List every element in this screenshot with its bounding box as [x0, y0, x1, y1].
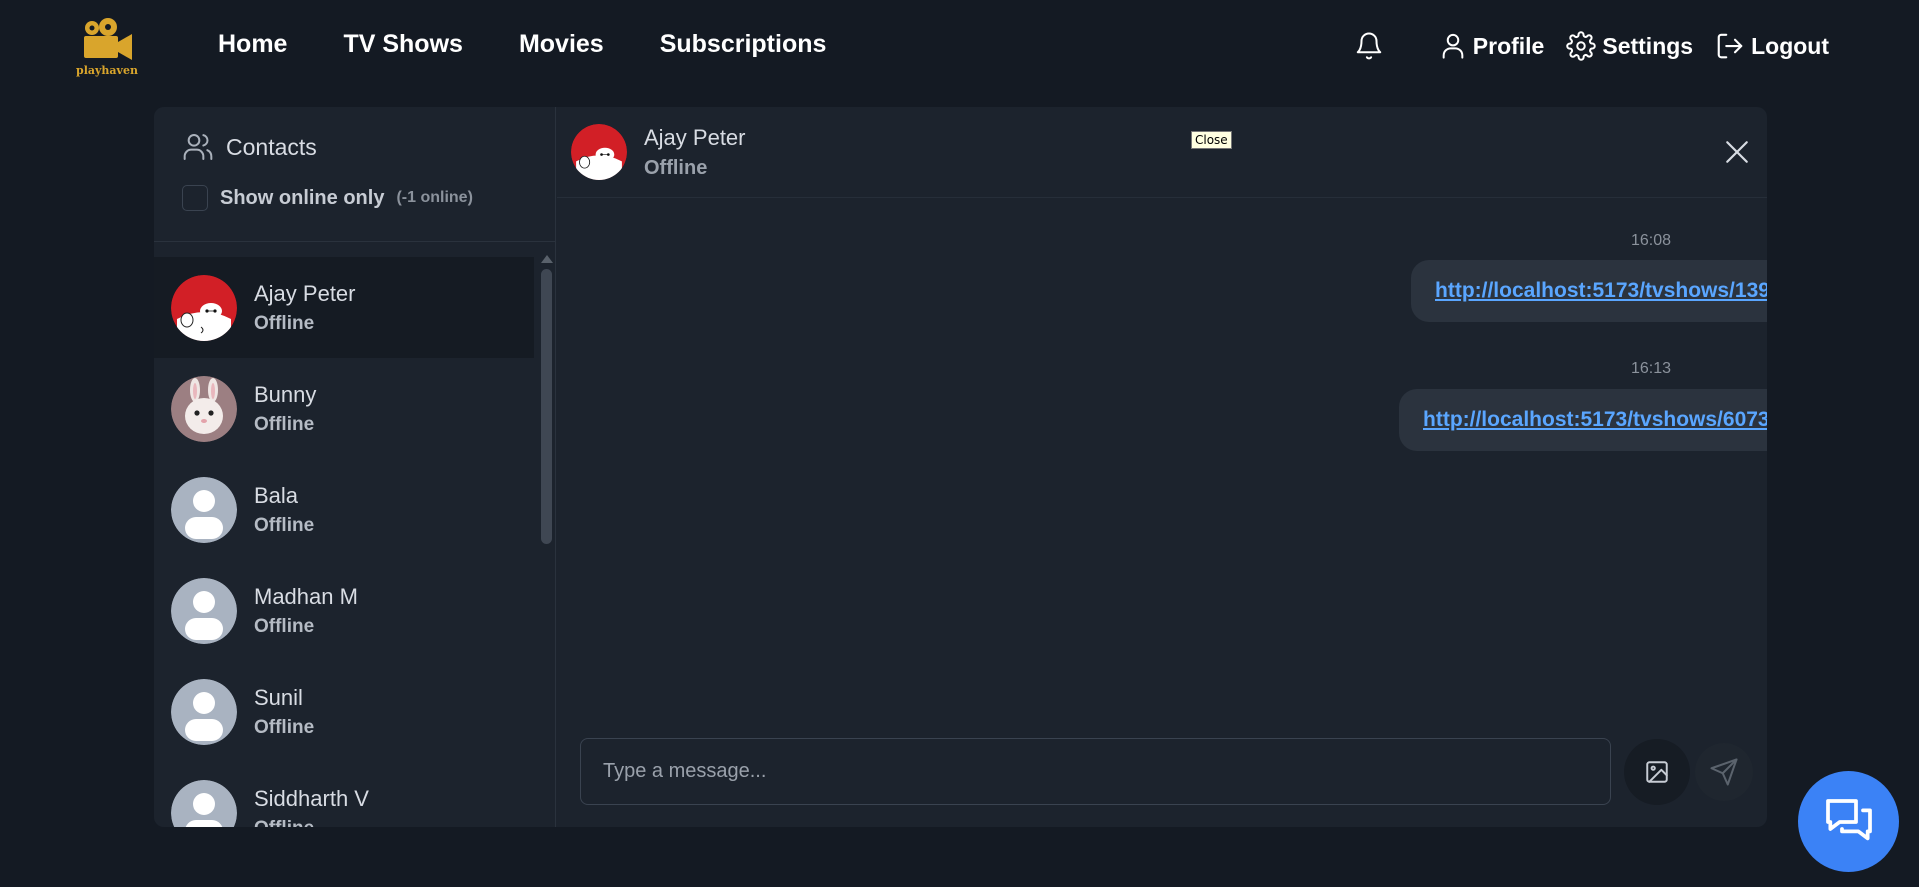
logout-link[interactable]: Logout	[1715, 31, 1829, 61]
scroll-up-arrow-icon[interactable]	[541, 255, 553, 263]
message-input[interactable]	[603, 760, 1583, 783]
chat-bubbles-icon	[1825, 798, 1872, 840]
send-icon	[1710, 758, 1738, 786]
message-link[interactable]: http://localhost:5173/tvshows/60735	[1423, 408, 1767, 432]
playhaven-logo[interactable]: playhaven	[74, 18, 140, 78]
nav-subscriptions[interactable]: Subscriptions	[660, 30, 827, 59]
default-user-avatar	[171, 476, 237, 543]
settings-link[interactable]: Settings	[1566, 31, 1693, 61]
user-nav: Profile Settings Logout	[1351, 26, 1829, 66]
chat-header: Ajay Peter Offline	[557, 107, 1767, 198]
message-bubble: http://localhost:5173/tvshows/60735	[1399, 389, 1767, 451]
contact-status: Offline	[254, 818, 369, 828]
nav-tv-shows[interactable]: TV Shows	[343, 30, 462, 59]
contact-status: Offline	[254, 413, 315, 435]
contact-item[interactable]: Siddharth V Offline	[154, 762, 534, 827]
scroll-thumb[interactable]	[541, 269, 552, 544]
user-icon	[1442, 33, 1464, 59]
top-navigation: playhaven Home TV Shows Movies Subscript…	[0, 0, 1919, 95]
chat-contact-name: Ajay Peter	[644, 125, 746, 150]
camera-logo-icon	[84, 18, 132, 60]
settings-label: Settings	[1602, 32, 1694, 59]
users-icon	[183, 134, 213, 160]
contact-status: Offline	[254, 312, 315, 334]
chat-contact-status: Offline	[644, 157, 708, 179]
close-tooltip: Close	[1191, 131, 1232, 149]
contact-list: Ajay Peter Offline Bunny Offline Bala Of…	[154, 257, 534, 827]
message-composer[interactable]	[580, 738, 1611, 805]
chat-panel: Contacts Show online only (-1 online) Aj…	[154, 107, 1767, 827]
red-robot-avatar	[171, 274, 237, 341]
contact-name: Bunny	[254, 381, 317, 407]
chat-area: Ajay Peter Offline http://localhost:5173…	[557, 107, 1767, 827]
profile-link[interactable]: Profile	[1439, 31, 1545, 61]
contact-item[interactable]: Bala Offline	[154, 459, 534, 560]
nav-movies[interactable]: Movies	[519, 30, 604, 59]
message-timestamp: 16:13	[1631, 360, 1672, 377]
contacts-scrollbar[interactable]	[538, 249, 554, 827]
attach-image-button[interactable]	[1624, 739, 1690, 805]
contacts-title: Contacts	[182, 131, 317, 163]
contacts-title-label: Contacts	[226, 133, 317, 160]
contact-status: Offline	[254, 716, 315, 738]
contact-item[interactable]: Sunil Offline	[154, 661, 534, 762]
online-only-label: Show online only	[220, 186, 385, 209]
profile-label: Profile	[1472, 32, 1545, 59]
message-link[interactable]: http://localhost:5173/tvshows/1399	[1435, 279, 1767, 303]
logo-text: playhaven	[76, 64, 138, 77]
contact-name: Bala	[254, 482, 299, 508]
logout-icon	[1717, 33, 1743, 59]
contact-item[interactable]: Madhan M Offline	[154, 560, 534, 661]
image-icon	[1646, 761, 1668, 783]
bunny-photo-avatar	[171, 375, 237, 442]
message-timestamp: 16:08	[1631, 232, 1672, 249]
default-user-avatar	[171, 678, 237, 745]
send-button[interactable]	[1695, 743, 1753, 801]
close-icon	[1726, 141, 1748, 163]
contact-item[interactable]: Bunny Offline	[154, 358, 534, 459]
contacts-header: Contacts Show online only (-1 online)	[154, 107, 556, 242]
contact-name: Siddharth V	[254, 785, 369, 811]
contacts-sidebar: Contacts Show online only (-1 online) Aj…	[154, 107, 556, 827]
contact-status: Offline	[254, 615, 315, 637]
contact-name: Ajay Peter	[254, 280, 356, 306]
contact-item[interactable]: Ajay Peter Offline	[154, 257, 534, 358]
online-only-toggle[interactable]: Show online only (-1 online)	[182, 185, 473, 211]
message-bubble: http://localhost:5173/tvshows/1399	[1411, 260, 1767, 322]
main-nav: Home TV Shows Movies Subscriptions	[218, 30, 826, 59]
online-count: (-1 online)	[396, 189, 473, 206]
logout-label: Logout	[1751, 32, 1829, 59]
nav-home[interactable]: Home	[218, 30, 287, 59]
chat-toggle-button[interactable]	[1798, 771, 1899, 872]
contact-name: Madhan M	[254, 583, 358, 609]
gear-icon	[1566, 31, 1597, 61]
notifications-button[interactable]	[1351, 26, 1387, 66]
default-user-avatar	[171, 577, 237, 644]
red-robot-avatar	[571, 124, 627, 180]
bell-icon	[1356, 32, 1382, 60]
close-chat-button[interactable]	[1721, 136, 1753, 168]
online-only-checkbox[interactable]	[182, 185, 208, 211]
contact-status: Offline	[254, 514, 315, 536]
contact-name: Sunil	[254, 684, 303, 710]
default-user-avatar	[171, 779, 237, 827]
